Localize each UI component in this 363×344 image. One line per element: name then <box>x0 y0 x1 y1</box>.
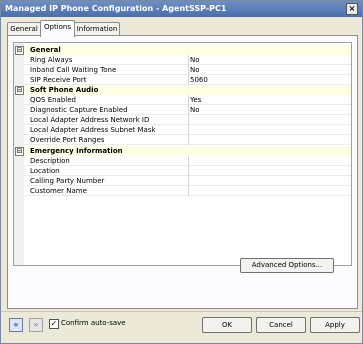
property-value[interactable] <box>188 156 351 166</box>
close-button[interactable]: × <box>346 3 358 15</box>
options-panel: General ⊟ Ring Always No Inband Call Wai… <box>7 35 358 309</box>
property-label: Local Adapter Address Network ID <box>30 116 150 124</box>
category-label: Soft Phone Audio <box>30 86 99 94</box>
cancel-button[interactable]: Cancel <box>256 317 306 333</box>
ok-button[interactable]: OK <box>202 317 252 333</box>
property-value[interactable]: Yes <box>188 95 351 105</box>
advanced-options-button[interactable]: Advanced Options... <box>240 258 334 273</box>
property-row[interactable]: SIP Receive Port 5060 <box>24 75 351 85</box>
title-bar[interactable]: Managed IP Phone Configuration - AgentSS… <box>1 1 362 17</box>
property-row[interactable]: Diagnostic Capture Enabled No <box>24 105 351 115</box>
property-label: SIP Receive Port <box>30 76 87 84</box>
property-row[interactable]: Inband Call Waiting Tone No <box>24 65 351 75</box>
category-label: General <box>30 46 61 54</box>
property-row[interactable]: Calling Party Number <box>24 176 351 186</box>
property-label: Inband Call Waiting Tone <box>30 66 117 74</box>
property-row[interactable]: Description <box>24 156 351 166</box>
category-soft-phone-audio[interactable]: Soft Phone Audio <box>24 85 351 95</box>
property-row[interactable]: Local Adapter Address Network ID <box>24 115 351 125</box>
property-value[interactable] <box>188 176 351 186</box>
property-value[interactable] <box>188 186 351 196</box>
category-general[interactable]: General <box>24 45 351 55</box>
property-row[interactable]: Local Adapter Address Subnet Mask <box>24 125 351 135</box>
window-title: Managed IP Phone Configuration - AgentSS… <box>5 4 227 13</box>
forward-arrow-icon[interactable]: » <box>29 318 43 332</box>
footer-divider <box>1 311 362 312</box>
property-label: Description <box>30 157 70 165</box>
property-row[interactable]: Customer Name <box>24 186 351 196</box>
property-label: Location <box>30 167 60 175</box>
property-row[interactable]: Override Port Ranges <box>24 135 351 145</box>
collapse-icon[interactable]: ⊟ <box>15 86 24 95</box>
property-value[interactable]: No <box>188 105 351 115</box>
property-value[interactable] <box>188 135 351 145</box>
apply-button[interactable]: Apply <box>310 317 360 333</box>
property-value[interactable]: No <box>188 55 351 65</box>
property-label: Diagnostic Capture Enabled <box>30 106 128 114</box>
tab-information[interactable]: Information <box>74 22 120 36</box>
property-grid[interactable]: General ⊟ Ring Always No Inband Call Wai… <box>13 42 352 266</box>
category-emergency-information[interactable]: Emergency Information <box>24 146 351 156</box>
property-value[interactable] <box>188 166 351 176</box>
property-label: Local Adapter Address Subnet Mask <box>30 126 156 134</box>
property-label: Customer Name <box>30 187 87 195</box>
property-label: Ring Always <box>30 56 73 64</box>
grid-empty-area <box>24 207 351 265</box>
property-value[interactable] <box>188 115 351 125</box>
property-value[interactable]: 5060 <box>188 75 351 85</box>
tab-options[interactable]: Options <box>40 20 75 37</box>
property-label: Calling Party Number <box>30 177 105 185</box>
back-arrow-icon[interactable]: « <box>9 318 23 332</box>
tab-general[interactable]: General <box>7 22 41 36</box>
confirm-autosave-checkbox[interactable]: ✓ <box>49 319 59 329</box>
property-value[interactable]: No <box>188 65 351 75</box>
dialog-window: Managed IP Phone Configuration - AgentSS… <box>0 0 363 344</box>
property-row[interactable]: Location <box>24 166 351 176</box>
property-value[interactable] <box>188 125 351 135</box>
property-label: Override Port Ranges <box>30 136 105 144</box>
collapse-icon[interactable]: ⊟ <box>15 46 24 55</box>
property-label: QOS Enabled <box>30 96 76 104</box>
collapse-icon[interactable]: ⊟ <box>15 147 24 156</box>
property-row[interactable]: Ring Always No <box>24 55 351 65</box>
category-label: Emergency Information <box>30 147 123 155</box>
property-row[interactable]: QOS Enabled Yes <box>24 95 351 105</box>
confirm-autosave-label[interactable]: Confirm auto-save <box>61 318 126 329</box>
